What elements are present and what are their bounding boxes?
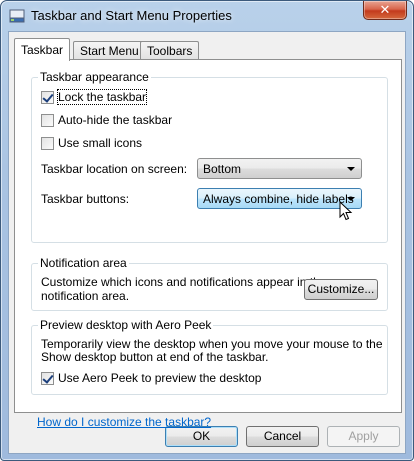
- tab-taskbar[interactable]: Taskbar: [14, 38, 71, 61]
- dialog-client-area: Taskbar Start Menu Toolbars Taskbar appe…: [8, 31, 406, 454]
- use-aero-peek-row[interactable]: Use Aero Peek to preview the desktop: [41, 370, 261, 386]
- small-icons-row[interactable]: Use small icons: [41, 135, 142, 151]
- lock-taskbar-label[interactable]: Lock the taskbar: [56, 89, 148, 105]
- apply-button[interactable]: Apply: [327, 426, 400, 447]
- taskbar-properties-icon: [9, 9, 25, 23]
- taskbar-appearance-title: Taskbar appearance: [38, 70, 151, 84]
- cancel-button[interactable]: Cancel: [246, 426, 319, 447]
- aero-peek-description-2: Show desktop button at end of the taskba…: [41, 350, 269, 364]
- properties-window: Taskbar and Start Menu Properties ✕ Task…: [0, 0, 414, 461]
- mouse-pointer-icon: [339, 201, 353, 221]
- help-link[interactable]: How do I customize the taskbar?: [37, 415, 211, 429]
- use-aero-peek-checkbox[interactable]: [41, 371, 54, 385]
- chevron-down-icon: [347, 167, 355, 171]
- window-title: Taskbar and Start Menu Properties: [31, 8, 232, 23]
- aero-peek-group: Preview desktop with Aero Peek Temporari…: [31, 318, 388, 395]
- taskbar-buttons-label: Taskbar buttons:: [41, 192, 130, 206]
- taskbar-buttons-select[interactable]: Always combine, hide labels: [197, 188, 362, 209]
- notification-area-group: Notification area Customize which icons …: [31, 256, 388, 311]
- notification-area-title: Notification area: [38, 256, 129, 270]
- taskbar-location-select[interactable]: Bottom: [197, 158, 362, 179]
- small-icons-label[interactable]: Use small icons: [58, 136, 142, 150]
- auto-hide-checkbox[interactable]: [41, 113, 54, 127]
- lock-taskbar-checkbox[interactable]: [41, 90, 54, 104]
- tab-toolbars[interactable]: Toolbars: [140, 41, 200, 60]
- aero-peek-title: Preview desktop with Aero Peek: [38, 318, 214, 332]
- taskbar-buttons-value: Always combine, hide labels: [203, 192, 354, 206]
- taskbar-location-value: Bottom: [203, 162, 242, 176]
- small-icons-checkbox[interactable]: [41, 136, 54, 150]
- ok-button[interactable]: OK: [165, 426, 238, 447]
- auto-hide-label[interactable]: Auto-hide the taskbar: [58, 113, 172, 127]
- use-aero-peek-label[interactable]: Use Aero Peek to preview the desktop: [58, 371, 261, 385]
- title-bar[interactable]: Taskbar and Start Menu Properties ✕: [1, 1, 413, 31]
- taskbar-tab-panel: Taskbar appearance Lock the taskbar Auto…: [14, 59, 402, 429]
- taskbar-location-label: Taskbar location on screen:: [41, 162, 188, 176]
- taskbar-appearance-group: Taskbar appearance Lock the taskbar Auto…: [31, 70, 388, 243]
- auto-hide-row[interactable]: Auto-hide the taskbar: [41, 112, 172, 128]
- lock-taskbar-row[interactable]: Lock the taskbar: [41, 89, 148, 105]
- tab-start-menu[interactable]: Start Menu: [73, 41, 146, 60]
- close-button[interactable]: ✕: [363, 1, 407, 20]
- customize-button[interactable]: Customize...: [304, 279, 378, 300]
